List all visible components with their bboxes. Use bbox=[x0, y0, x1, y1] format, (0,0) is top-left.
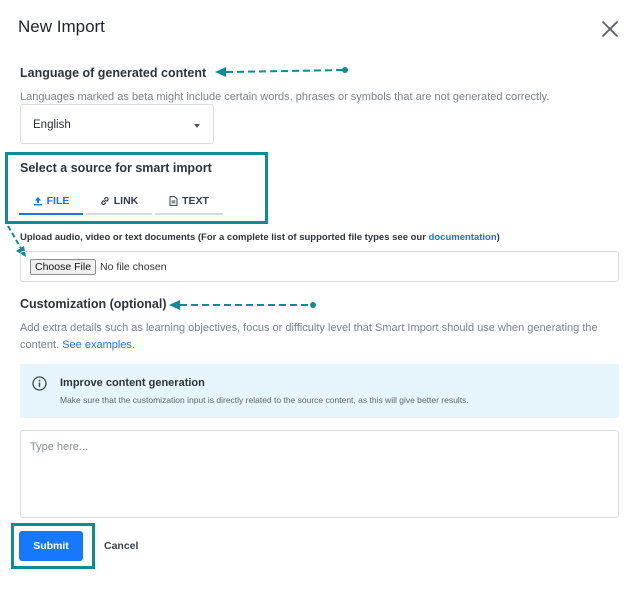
no-file-text: No file chosen bbox=[100, 261, 167, 273]
language-selected-value: English bbox=[33, 119, 71, 131]
cancel-button[interactable]: Cancel bbox=[104, 540, 138, 552]
language-heading: Language of generated content bbox=[20, 66, 207, 80]
upload-icon bbox=[33, 197, 42, 206]
tab-text-label: TEXT bbox=[182, 195, 209, 207]
source-heading: Select a source for smart import bbox=[20, 161, 212, 175]
dialog-title: New Import bbox=[18, 17, 105, 36]
file-input[interactable]: Choose File No file chosen bbox=[20, 251, 619, 282]
annotation-arrow-language bbox=[215, 67, 348, 77]
submit-button[interactable]: Submit bbox=[19, 531, 83, 561]
documentation-link[interactable]: documentation bbox=[429, 232, 497, 243]
tab-link-label: LINK bbox=[113, 195, 139, 207]
chevron-down-icon bbox=[194, 124, 200, 128]
customization-textarea[interactable] bbox=[20, 430, 619, 518]
info-callout: Improve content generation Make sure tha… bbox=[20, 364, 619, 418]
info-title: Improve content generation bbox=[60, 377, 205, 389]
info-icon bbox=[32, 376, 47, 391]
choose-file-button[interactable]: Choose File bbox=[30, 259, 97, 275]
link-icon bbox=[101, 197, 109, 205]
annotation-arrow-customization bbox=[169, 300, 316, 310]
tab-file-indicator bbox=[19, 213, 83, 215]
customization-heading: Customization (optional) bbox=[20, 297, 167, 311]
upload-instructions: Upload audio, video or text documents (F… bbox=[20, 232, 500, 243]
customization-hint: Add extra details such as learning objec… bbox=[20, 320, 620, 354]
tab-link-indicator bbox=[86, 213, 152, 215]
tab-file[interactable]: FILE bbox=[19, 186, 83, 216]
upload-instructions-close: ) bbox=[496, 232, 500, 243]
tab-file-label: FILE bbox=[46, 195, 70, 207]
document-icon bbox=[169, 196, 178, 206]
language-hint: Languages marked as beta might include c… bbox=[20, 91, 550, 103]
close-icon[interactable] bbox=[601, 20, 619, 38]
info-text: Make sure that the customization input i… bbox=[60, 395, 469, 405]
tab-text[interactable]: TEXT bbox=[155, 186, 223, 216]
tab-link[interactable]: LINK bbox=[86, 186, 152, 216]
tab-text-indicator bbox=[155, 213, 223, 215]
language-select[interactable]: English bbox=[20, 104, 214, 144]
see-examples-link[interactable]: See examples. bbox=[62, 339, 135, 351]
upload-instructions-text: Upload audio, video or text documents (F… bbox=[20, 232, 429, 243]
